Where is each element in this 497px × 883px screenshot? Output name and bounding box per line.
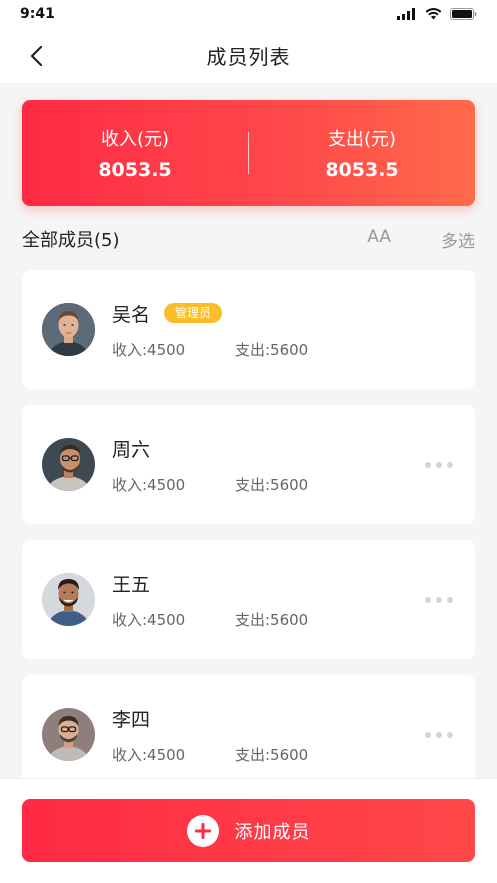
member-expense: 支出:5600 bbox=[235, 475, 309, 494]
member-card[interactable]: 李四 收入:4500 支出:5600 bbox=[22, 675, 475, 794]
member-name: 吴名 bbox=[112, 303, 151, 326]
section-title: 全部成员(5) bbox=[22, 230, 120, 251]
member-name: 周六 bbox=[112, 438, 151, 461]
avatar bbox=[42, 573, 95, 626]
more-dot-icon bbox=[447, 596, 453, 603]
member-income: 收入:4500 bbox=[112, 610, 186, 629]
avatar bbox=[42, 708, 95, 761]
member-stats: 收入:4500 支出:5600 bbox=[112, 744, 455, 765]
member-name: 王五 bbox=[112, 573, 151, 596]
back-button[interactable] bbox=[22, 42, 50, 70]
name-row: 王五 bbox=[112, 570, 455, 597]
member-stats: 收入:4500 支出:5600 bbox=[112, 339, 455, 360]
more-options-button[interactable] bbox=[425, 456, 453, 474]
admin-badge: 管理员 bbox=[164, 303, 223, 323]
avatar-man-beard-icon bbox=[42, 573, 95, 626]
member-card[interactable]: 周六 收入:4500 支出:5600 bbox=[22, 405, 475, 524]
aa-button[interactable]: AA bbox=[367, 227, 391, 252]
member-stats: 收入:4500 支出:5600 bbox=[112, 474, 455, 495]
name-row: 周六 bbox=[112, 435, 455, 462]
more-dot-icon bbox=[425, 461, 431, 468]
more-dot-icon bbox=[436, 461, 442, 468]
member-info: 李四 收入:4500 支出:5600 bbox=[112, 705, 455, 765]
avatar bbox=[42, 438, 95, 491]
status-icons bbox=[397, 8, 477, 20]
nav-bar: 成员列表 bbox=[0, 28, 497, 84]
status-time: 9:41 bbox=[20, 6, 55, 22]
name-row: 李四 bbox=[112, 705, 455, 732]
bottom-bar: 添加成员 bbox=[0, 778, 497, 883]
avatar-man-1-icon bbox=[42, 303, 95, 356]
more-dot-icon bbox=[425, 731, 431, 738]
more-dot-icon bbox=[447, 731, 453, 738]
page-title: 成员列表 bbox=[206, 45, 291, 69]
member-info: 王五 收入:4500 支出:5600 bbox=[112, 570, 455, 630]
income-label: 收入(元) bbox=[100, 129, 170, 150]
add-member-button[interactable]: 添加成员 bbox=[22, 799, 475, 862]
more-dot-icon bbox=[447, 461, 453, 468]
expense-label: 支出(元) bbox=[327, 129, 397, 150]
member-stats: 收入:4500 支出:5600 bbox=[112, 609, 455, 630]
member-list: 吴名 管理员 收入:4500 支出:5600 周六 收入:4500 支出:560… bbox=[22, 270, 475, 810]
income-summary: 收入(元) 8053.5 bbox=[22, 125, 248, 181]
summary-card: 收入(元) 8053.5 支出(元) 8053.5 bbox=[22, 100, 475, 206]
income-value: 8053.5 bbox=[98, 159, 172, 181]
more-options-button[interactable] bbox=[425, 726, 453, 744]
member-info: 吴名 管理员 收入:4500 支出:5600 bbox=[112, 300, 455, 360]
member-expense: 支出:5600 bbox=[235, 610, 309, 629]
member-info: 周六 收入:4500 支出:5600 bbox=[112, 435, 455, 495]
avatar-man-glasses-icon bbox=[42, 438, 95, 491]
plus-icon bbox=[186, 814, 219, 847]
multi-select-button[interactable]: 多选 bbox=[441, 227, 475, 252]
section-header: 全部成员(5) AA 多选 bbox=[22, 224, 475, 254]
member-income: 收入:4500 bbox=[112, 745, 186, 764]
battery-icon bbox=[450, 8, 477, 20]
more-dot-icon bbox=[436, 731, 442, 738]
more-dot-icon bbox=[425, 596, 431, 603]
member-card[interactable]: 王五 收入:4500 支出:5600 bbox=[22, 540, 475, 659]
member-expense: 支出:5600 bbox=[235, 745, 309, 764]
chevron-left-icon bbox=[30, 45, 43, 67]
member-expense: 支出:5600 bbox=[235, 340, 309, 359]
signal-icon bbox=[397, 8, 415, 20]
expense-summary: 支出(元) 8053.5 bbox=[249, 125, 475, 181]
more-options-button[interactable] bbox=[425, 591, 453, 609]
add-member-label: 添加成员 bbox=[234, 821, 311, 843]
member-name: 李四 bbox=[112, 708, 151, 731]
section-actions: AA 多选 bbox=[367, 227, 475, 252]
name-row: 吴名 管理员 bbox=[112, 300, 455, 327]
avatar bbox=[42, 303, 95, 356]
status-bar: 9:41 bbox=[0, 0, 497, 28]
expense-value: 8053.5 bbox=[325, 159, 399, 181]
plus-glyph-icon bbox=[194, 822, 211, 839]
member-card[interactable]: 吴名 管理员 收入:4500 支出:5600 bbox=[22, 270, 475, 389]
member-income: 收入:4500 bbox=[112, 475, 186, 494]
member-income: 收入:4500 bbox=[112, 340, 186, 359]
more-dot-icon bbox=[436, 596, 442, 603]
wifi-icon bbox=[425, 8, 442, 20]
avatar-man-glasses-2-icon bbox=[42, 708, 95, 761]
